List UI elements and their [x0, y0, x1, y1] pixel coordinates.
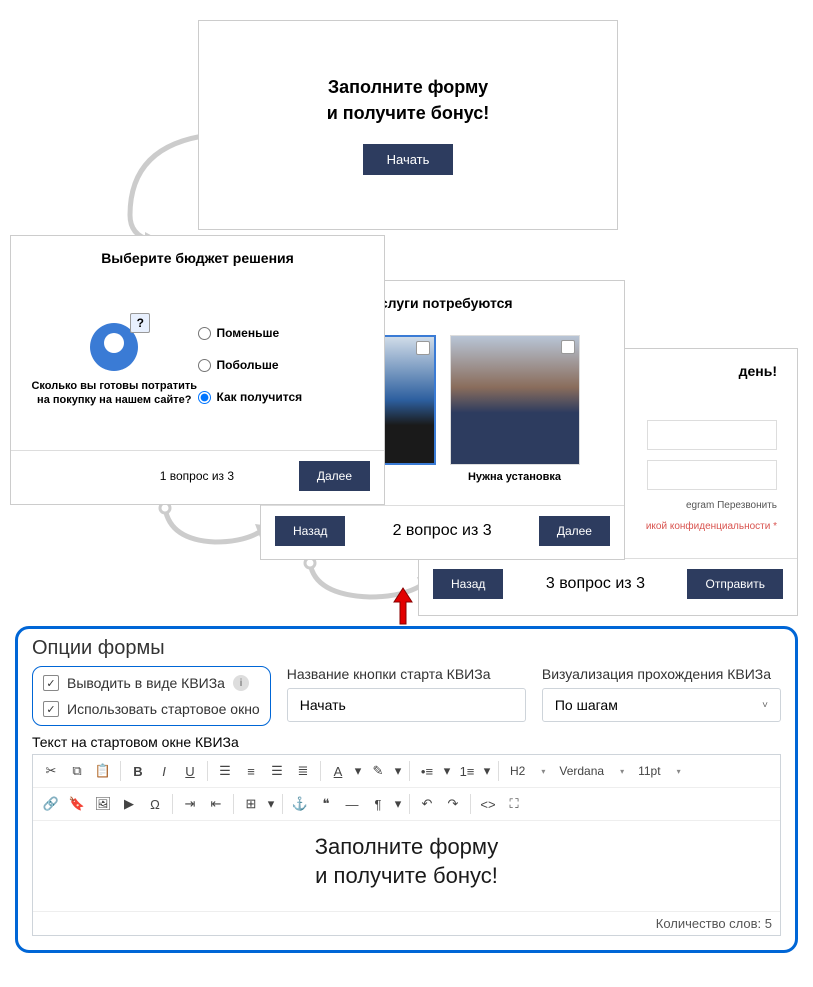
number-dropdown-icon[interactable]: ▾ — [481, 759, 493, 783]
quiz-card-budget: Выберите бюджет решения ? Сколько вы гот… — [10, 235, 385, 505]
bullet-dropdown-icon[interactable]: ▾ — [441, 759, 453, 783]
budget-desc: Сколько вы готовы потратить на покупку н… — [31, 379, 198, 408]
checkbox-start-window[interactable]: ✓ Использовать стартовое окно — [43, 701, 260, 717]
step-indicator: 2 вопрос из 3 — [393, 522, 492, 540]
image-option-install[interactable]: Нужна установка — [450, 335, 580, 495]
anchor-icon[interactable]: ⚓ — [288, 792, 312, 816]
contact-method-options[interactable]: egram Перезвонить — [686, 500, 777, 511]
align-justify-icon[interactable]: ≣ — [291, 759, 315, 783]
radio-option-any[interactable]: Как получится — [198, 390, 365, 404]
rich-text-editor: ✂ ⧉ 📋 B I U ☰ ≡ ☰ ≣ A▾ ✎▾ •≡▾ 1≡▾ H2▾ Ve… — [32, 754, 781, 936]
radio-option-less[interactable]: Поменьше — [198, 326, 365, 340]
checkbox-icon: ✓ — [43, 701, 59, 717]
next-button[interactable]: Далее — [299, 461, 370, 491]
fontsize-select[interactable]: 11pt▾ — [632, 759, 686, 783]
next-button[interactable]: Далее — [539, 516, 610, 546]
cut-icon[interactable]: ✂ — [39, 759, 63, 783]
step-indicator: 3 вопрос из 3 — [546, 575, 645, 593]
red-arrow-up-icon — [392, 586, 414, 626]
submit-button[interactable]: Отправить — [687, 569, 783, 599]
bold-icon[interactable]: B — [126, 759, 150, 783]
quiz-flow-diagram: Заполните форму и получите бонус! Начать… — [0, 0, 813, 620]
paste-icon[interactable]: 📋 — [91, 759, 115, 783]
outdent-icon[interactable]: ⇤ — [204, 792, 228, 816]
radio-option-more[interactable]: Побольше — [198, 358, 365, 372]
italic-icon[interactable]: I — [152, 759, 176, 783]
word-count: Количество слов: 5 — [33, 911, 780, 935]
text-color-dropdown-icon[interactable]: ▾ — [352, 759, 364, 783]
indent-icon[interactable]: ⇥ — [178, 792, 202, 816]
contact-input-2[interactable] — [647, 460, 777, 490]
quiz-card-start: Заполните форму и получите бонус! Начать — [198, 20, 618, 230]
editor-label: Текст на стартовом окне КВИЗа — [32, 734, 781, 750]
align-right-icon[interactable]: ☰ — [265, 759, 289, 783]
table-dropdown-icon[interactable]: ▾ — [265, 792, 277, 816]
checkbox-icon: ✓ — [43, 675, 59, 691]
back-button[interactable]: Назад — [275, 516, 345, 546]
hr-icon[interactable]: — — [340, 792, 364, 816]
start-button-name-input[interactable] — [287, 688, 526, 722]
symbol-dropdown-icon[interactable]: ▾ — [392, 792, 404, 816]
font-select[interactable]: Verdana▾ — [553, 759, 630, 783]
symbol-icon[interactable]: ¶ — [366, 792, 390, 816]
visualization-label: Визуализация прохождения КВИЗа — [542, 666, 781, 682]
start-button-name-label: Название кнопки старта КВИЗа — [287, 666, 526, 682]
flow-arrow-2 — [155, 500, 275, 555]
code-icon[interactable]: <> — [476, 792, 500, 816]
step-indicator: 1 вопрос из 3 — [95, 469, 299, 483]
chevron-down-icon: ˅ — [762, 700, 768, 711]
editor-toolbar-row-2: 🔗 🔖 🖼 ▶ Ω ⇥ ⇤ ⊞▾ ⚓ ❝ — ¶▾ ↶ ↷ <> ⛶ — [33, 788, 780, 821]
omega-icon[interactable]: Ω — [143, 792, 167, 816]
checkbox-quiz-mode[interactable]: ✓ Выводить в виде КВИЗа i — [43, 675, 260, 691]
image-option-label: Нужна установка — [468, 471, 561, 483]
highlight-dropdown-icon[interactable]: ▾ — [392, 759, 404, 783]
copy-icon[interactable]: ⧉ — [65, 759, 89, 783]
link-icon[interactable]: 🔗 — [39, 792, 63, 816]
quote-icon[interactable]: ❝ — [314, 792, 338, 816]
panel-title: Опции формы — [32, 637, 781, 660]
underline-icon[interactable]: U — [178, 759, 202, 783]
contact-input-1[interactable] — [647, 420, 777, 450]
avatar-icon: ? — [90, 323, 138, 371]
visualization-select[interactable]: По шагам ˅ — [542, 688, 781, 722]
start-button[interactable]: Начать — [363, 144, 454, 175]
bookmark-icon[interactable]: 🔖 — [65, 792, 89, 816]
heading-select[interactable]: H2▾ — [504, 759, 551, 783]
number-list-icon[interactable]: 1≡ — [455, 759, 479, 783]
table-icon[interactable]: ⊞ — [239, 792, 263, 816]
privacy-policy-link[interactable]: икой конфиденциальности * — [646, 521, 777, 532]
align-left-icon[interactable]: ☰ — [213, 759, 237, 783]
quiz-mode-options: ✓ Выводить в виде КВИЗа i ✓ Использовать… — [32, 666, 271, 726]
budget-title: Выберите бюджет решения — [11, 236, 384, 280]
editor-content[interactable]: Заполните форму и получите бонус! — [33, 821, 780, 911]
text-color-icon[interactable]: A — [326, 759, 350, 783]
undo-icon[interactable]: ↶ — [415, 792, 439, 816]
align-center-icon[interactable]: ≡ — [239, 759, 263, 783]
bullet-list-icon[interactable]: •≡ — [415, 759, 439, 783]
back-button[interactable]: Назад — [433, 569, 503, 599]
highlight-icon[interactable]: ✎ — [366, 759, 390, 783]
image-icon[interactable]: 🖼 — [91, 792, 115, 816]
fullscreen-icon[interactable]: ⛶ — [502, 792, 526, 816]
editor-toolbar-row-1: ✂ ⧉ 📋 B I U ☰ ≡ ☰ ≣ A▾ ✎▾ •≡▾ 1≡▾ H2▾ Ve… — [33, 755, 780, 788]
video-icon[interactable]: ▶ — [117, 792, 141, 816]
start-title: Заполните форму и получите бонус! — [327, 75, 490, 125]
form-options-panel: Опции формы ✓ Выводить в виде КВИЗа i ✓ … — [15, 626, 798, 953]
info-icon[interactable]: i — [233, 675, 249, 691]
redo-icon[interactable]: ↷ — [441, 792, 465, 816]
